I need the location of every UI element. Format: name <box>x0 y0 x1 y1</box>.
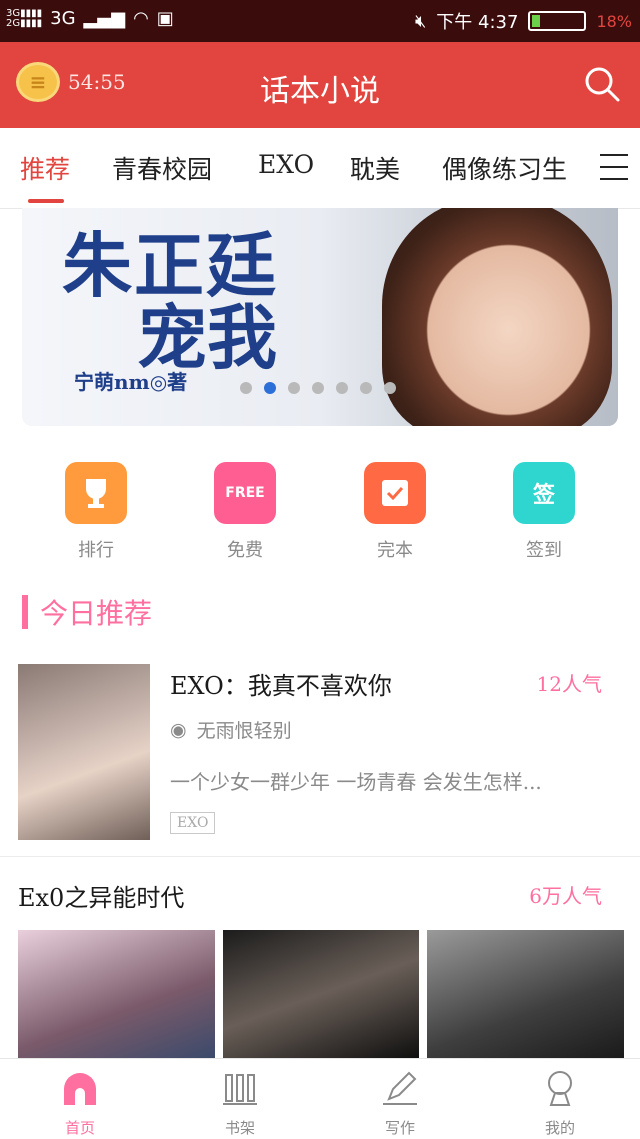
network-type: 3G <box>50 8 76 29</box>
book-cover[interactable] <box>18 664 150 840</box>
category-tabs: 推荐 青春校园 EXO 耽美 偶像练习生 <box>0 128 640 209</box>
nav-home-label: 首页 <box>64 1119 95 1137</box>
app-header: ≡ 54:55 话本小说 <box>0 42 640 128</box>
banner-author: 宁萌nm◎著 <box>74 370 188 394</box>
book-title[interactable]: EXO：我真不喜欢你 <box>170 666 392 701</box>
banner-carousel[interactable]: 朱正廷 宠我 宁萌nm◎著 <box>22 208 618 426</box>
nav-home[interactable]: 首页 <box>25 1069 135 1138</box>
carousel-dot-active[interactable] <box>264 382 276 394</box>
thumbnail-image[interactable] <box>18 930 215 1058</box>
sign-icon: 签 <box>513 462 575 524</box>
finished-label: 完本 <box>377 540 413 561</box>
nav-write[interactable]: 写作 <box>345 1069 455 1138</box>
free-icon: FREE <box>214 462 276 524</box>
author-avatar-icon: ◉ <box>170 718 187 741</box>
carousel-dot[interactable] <box>360 382 372 394</box>
status-right: 🔇︎ 下午 4:37 18% <box>415 8 632 34</box>
free-button[interactable]: FREE 免费 <box>200 462 290 562</box>
bookshelf-icon <box>223 1074 257 1105</box>
status-left: 3G▮▮▮▮ 2G▮▮▮▮ 3G ▂▄▆ ◠ ▣ <box>6 8 174 29</box>
nav-profile-label: 我的 <box>544 1119 575 1137</box>
signal-icon: 3G▮▮▮▮ 2G▮▮▮▮ <box>6 7 43 29</box>
book-author[interactable]: ◉ 无雨恨轻别 <box>170 716 292 743</box>
book-description: 一个少女一群少年 一场青春 会发生怎样... <box>170 770 542 794</box>
battery-percent: 18% <box>596 11 632 31</box>
nav-profile[interactable]: 我的 <box>505 1069 615 1138</box>
clock: 下午 4:37 <box>436 12 519 33</box>
trophy-icon <box>65 462 127 524</box>
active-tab-indicator <box>28 199 64 203</box>
ranking-button[interactable]: 排行 <box>51 462 141 562</box>
profile-icon <box>548 1071 572 1106</box>
section-header: 今日推荐 <box>22 592 152 632</box>
nav-write-label: 写作 <box>384 1119 415 1137</box>
image-icon: ▣ <box>156 8 174 29</box>
section-title: 今日推荐 <box>40 597 153 630</box>
ranking-label: 排行 <box>78 540 114 561</box>
status-bar: 3G▮▮▮▮ 2G▮▮▮▮ 3G ▂▄▆ ◠ ▣ 🔇︎ 下午 4:37 18% <box>0 0 640 42</box>
thumbnail-image[interactable] <box>222 930 420 1058</box>
battery-icon <box>528 11 587 31</box>
group-thumbnails <box>18 930 625 1058</box>
tab-recommend[interactable]: 推荐 <box>20 150 70 186</box>
quick-actions: 排行 FREE 免费 完本 签 签到 <box>0 462 640 572</box>
group-title[interactable]: Ex0之异能时代 <box>18 878 184 913</box>
bottom-navigation: 首页 书架 写作 我的 <box>0 1058 640 1139</box>
carousel-dot[interactable] <box>336 382 348 394</box>
book-popularity: 12人气 <box>536 672 602 696</box>
carousel-dot[interactable] <box>384 382 396 394</box>
nav-bookshelf-label: 书架 <box>224 1119 255 1137</box>
carousel-dot[interactable] <box>288 382 300 394</box>
tab-campus[interactable]: 青春校园 <box>112 150 212 186</box>
nav-bookshelf[interactable]: 书架 <box>185 1069 295 1138</box>
free-label: 免费 <box>227 540 263 561</box>
menu-icon[interactable] <box>600 154 628 180</box>
tab-idol-trainee[interactable]: 偶像练习生 <box>442 150 567 186</box>
home-icon <box>64 1073 96 1105</box>
carousel-dots <box>240 382 396 394</box>
book-item[interactable]: EXO：我真不喜欢你 12人气 ◉ 无雨恨轻别 一个少女一群少年 一场青春 会发… <box>0 660 640 857</box>
signal-bars-icon: ▂▄▆ <box>83 8 126 29</box>
tab-boys-love[interactable]: 耽美 <box>350 150 400 186</box>
wifi-icon: ◠ <box>133 8 149 29</box>
search-icon[interactable] <box>582 64 622 104</box>
tab-exo[interactable]: EXO <box>258 150 314 179</box>
carousel-dot[interactable] <box>312 382 324 394</box>
checkin-label: 签到 <box>526 540 562 561</box>
section-accent-bar <box>22 595 28 629</box>
book-tag[interactable]: EXO <box>170 812 216 834</box>
thumbnail-image[interactable] <box>427 930 625 1058</box>
pencil-icon <box>383 1071 417 1105</box>
app-title: 话本小说 <box>260 74 380 109</box>
finished-button[interactable]: 完本 <box>350 462 440 562</box>
banner-portrait <box>382 208 612 426</box>
mute-icon: 🔇︎ <box>414 10 427 32</box>
carousel-dot[interactable] <box>240 382 252 394</box>
checkin-button[interactable]: 签 签到 <box>499 462 589 562</box>
group-popularity: 6万人气 <box>529 884 602 908</box>
author-name: 无雨恨轻别 <box>196 720 292 742</box>
check-icon <box>364 462 426 524</box>
